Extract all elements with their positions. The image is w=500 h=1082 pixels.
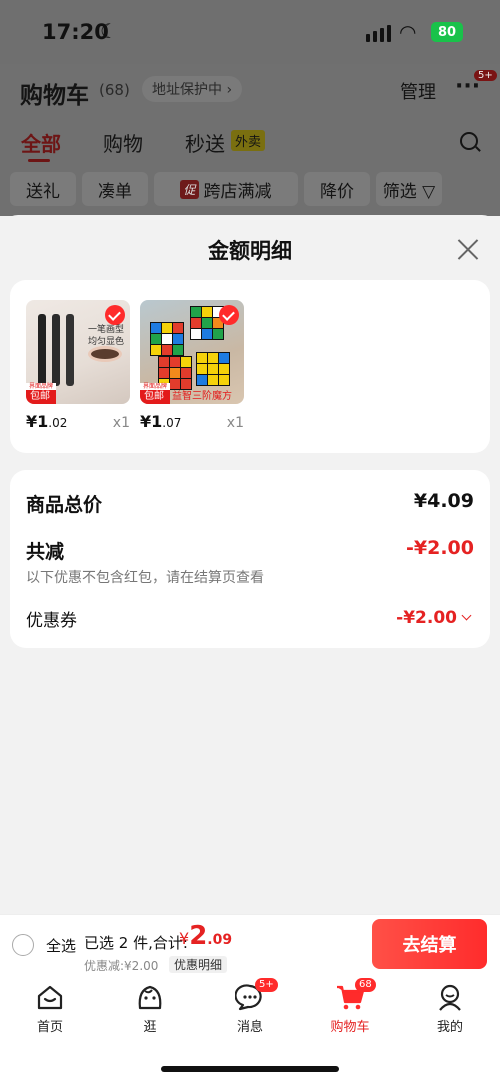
promo-tag: 促 [180,179,199,199]
product-image-text: 一笔画型 均匀显色 [87,325,124,347]
checkout-button[interactable]: 去结算 [372,919,487,969]
check-icon [219,305,239,325]
price-summary: 商品总价 ¥4.09 共减 -¥2.00 以下优惠不包含红包，请在结算页查看 优… [10,470,490,648]
search-icon[interactable] [460,132,478,150]
selected-summary: 已选 2 件,合计: [84,934,188,952]
discount-value: -¥2.00 [406,537,474,559]
product-qty: x1 [112,415,130,431]
tab-underline [28,159,50,162]
total-value: ¥4.09 [413,490,474,512]
home-indicator [161,1066,339,1072]
tab-shopping[interactable]: 购物 [103,128,143,157]
amount-detail-sheet: 金额明细 一笔画型 均匀显色 界面品牌 包邮 ¥1.02 x1 界面品牌 包邮 … [0,215,500,915]
cart-icon: 68 [335,978,376,1012]
cart-count: (68) [99,81,130,99]
manage-button[interactable]: 管理 [400,78,436,104]
free-shipping-tag: 界面品牌 包邮 [26,383,57,404]
bottom-tab-bar: 首页 逛 5+ 消息 68 购物车 我的 [0,976,500,1082]
free-shipping-tag: 界面品牌 包邮 [140,383,171,404]
tab-flash[interactable]: 秒送 [185,128,225,157]
product-image: 一笔画型 均匀显色 界面品牌 包邮 [26,300,130,404]
takeout-tag: 外卖 [231,130,266,151]
message-badge: 5+ [255,978,278,992]
profile-icon [435,982,465,1012]
coupon-row[interactable]: -¥2.00 [396,608,472,628]
signal-icon [366,25,391,42]
cart-tabs: 全部 购物 秒送 外卖 [0,126,500,166]
close-icon[interactable] [456,237,480,261]
product-item[interactable]: 界面品牌 包邮 益智三阶魔方 ¥1.07 x1 [140,300,244,431]
discount-note: 以下优惠不包含红包，请在结算页查看 [26,570,264,586]
chip-cross-store[interactable]: 促跨店满减 [154,172,298,206]
moon-icon: ☾ [100,19,118,43]
coupon-label: 优惠券 [26,611,77,631]
chip-bundle[interactable]: 凑单 [82,172,148,206]
tab-home[interactable]: 首页 [15,982,85,1035]
select-all-label[interactable]: 全选 [46,935,76,956]
status-time: 17:20 [42,20,109,44]
wifi-icon: ◠ [399,20,417,44]
message-icon: 5+ [234,978,278,1012]
select-all-radio[interactable] [12,934,34,956]
checkout-bar: 全选 已选 2 件,合计: ¥2.09 优惠减:¥2.00 优惠明细 去结算 [0,914,500,976]
explore-icon [135,982,165,1012]
home-icon [35,982,65,1012]
product-item[interactable]: 一笔画型 均匀显色 界面品牌 包邮 ¥1.02 x1 [26,300,130,431]
status-bar: 17:20 ☾ ◠ 80 [0,0,500,64]
chevron-down-icon [461,610,472,621]
battery-indicator: 80 [431,22,463,42]
cart-badge: 68 [355,978,376,992]
tab-all[interactable]: 全部 [21,128,61,157]
product-image: 界面品牌 包邮 益智三阶魔方 [140,300,244,404]
product-list: 一笔画型 均匀显色 界面品牌 包邮 ¥1.02 x1 界面品牌 包邮 益智三阶魔… [10,280,490,453]
tab-explore[interactable]: 逛 [115,982,185,1035]
cart-header: 购物车 (68) 地址保护中 › 管理 ··· 5+ 全部 购物 秒送 外卖 送… [0,64,500,216]
product-price: ¥1.07 [140,412,182,431]
discount-detail-button[interactable]: 优惠明细 [169,956,228,973]
tab-messages[interactable]: 5+ 消息 [215,978,285,1035]
sheet-title: 金额明细 [208,239,292,263]
more-badge: 5+ [474,70,497,81]
discount-label: 共减 [26,541,65,563]
tab-cart[interactable]: 68 购物车 [315,978,385,1035]
product-price: ¥1.02 [26,412,68,431]
chip-price-drop[interactable]: 降价 [304,172,370,206]
total-label: 商品总价 [26,494,103,516]
eye-illustration [88,346,122,362]
filter-chips: 送礼 凑单 促跨店满减 降价 筛选 ▽ [10,172,442,206]
total-amount: ¥2.09 [179,921,233,951]
page-title: 购物车 [20,83,89,109]
chip-gift[interactable]: 送礼 [10,172,76,206]
product-qty: x1 [226,415,244,431]
discount-summary: 优惠减:¥2.00 [84,959,159,973]
address-protect-chip[interactable]: 地址保护中 › [142,76,243,102]
chip-filter[interactable]: 筛选 ▽ [376,172,442,206]
check-icon [105,305,125,325]
product-name-tag: 益智三阶魔方 [172,391,232,402]
tab-profile[interactable]: 我的 [415,982,485,1035]
